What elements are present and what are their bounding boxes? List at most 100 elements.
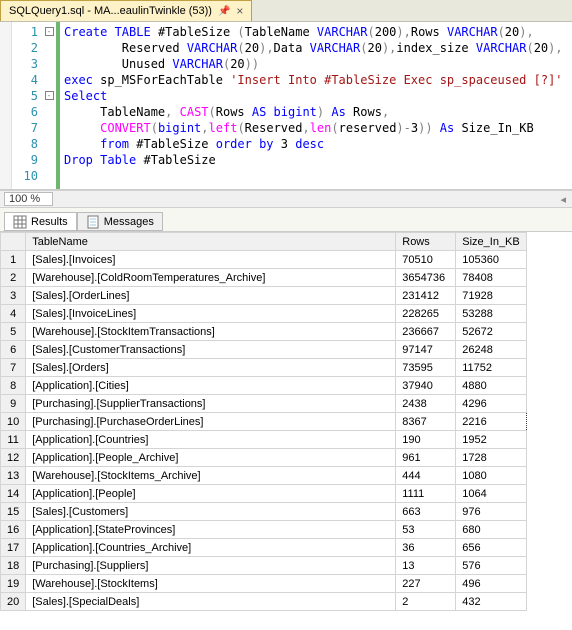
file-tab[interactable]: SQLQuery1.sql - MA...eaulinTwinkle (53))…	[0, 0, 252, 21]
cell-tablename[interactable]: [Sales].[Orders]	[26, 359, 396, 377]
row-header[interactable]: 7	[1, 359, 26, 377]
cell-tablename[interactable]: [Warehouse].[ColdRoomTemperatures_Archiv…	[26, 269, 396, 287]
cell-rows[interactable]: 190	[396, 431, 456, 449]
cell-rows[interactable]: 37940	[396, 377, 456, 395]
cell-rows[interactable]: 236667	[396, 323, 456, 341]
table-row[interactable]: 5[Warehouse].[StockItemTransactions]2366…	[1, 323, 527, 341]
cell-tablename[interactable]: [Warehouse].[StockItemTransactions]	[26, 323, 396, 341]
cell-size[interactable]: 576	[456, 557, 526, 575]
cell-rows[interactable]: 227	[396, 575, 456, 593]
cell-rows[interactable]: 53	[396, 521, 456, 539]
table-row[interactable]: 11[Application].[Countries]1901952	[1, 431, 527, 449]
cell-tablename[interactable]: [Sales].[SpecialDeals]	[26, 593, 396, 611]
chevron-left-icon[interactable]: ◂	[560, 193, 566, 206]
cell-rows[interactable]: 13	[396, 557, 456, 575]
cell-size[interactable]: 71928	[456, 287, 526, 305]
cell-tablename[interactable]: [Application].[Cities]	[26, 377, 396, 395]
cell-rows[interactable]: 961	[396, 449, 456, 467]
table-row[interactable]: 7[Sales].[Orders]7359511752	[1, 359, 527, 377]
pin-icon[interactable]: 📌	[218, 6, 230, 17]
row-header[interactable]: 2	[1, 269, 26, 287]
table-row[interactable]: 12[Application].[People_Archive]9611728	[1, 449, 527, 467]
cell-rows[interactable]: 2	[396, 593, 456, 611]
row-header[interactable]: 16	[1, 521, 26, 539]
cell-tablename[interactable]: [Sales].[InvoiceLines]	[26, 305, 396, 323]
zoom-dropdown[interactable]: 100 %	[4, 192, 53, 206]
table-row[interactable]: 13[Warehouse].[StockItems_Archive]444108…	[1, 467, 527, 485]
cell-rows[interactable]: 2438	[396, 395, 456, 413]
table-row[interactable]: 9[Purchasing].[SupplierTransactions]2438…	[1, 395, 527, 413]
cell-size[interactable]: 52672	[456, 323, 526, 341]
row-header[interactable]: 12	[1, 449, 26, 467]
cell-tablename[interactable]: [Sales].[OrderLines]	[26, 287, 396, 305]
cell-tablename[interactable]: [Application].[StateProvinces]	[26, 521, 396, 539]
row-header[interactable]: 15	[1, 503, 26, 521]
column-header-size[interactable]: Size_In_KB	[456, 233, 526, 251]
cell-tablename[interactable]: [Application].[Countries]	[26, 431, 396, 449]
row-header[interactable]: 17	[1, 539, 26, 557]
table-row[interactable]: 16[Application].[StateProvinces]53680	[1, 521, 527, 539]
cell-size[interactable]: 2216	[456, 413, 526, 431]
row-header[interactable]: 4	[1, 305, 26, 323]
row-header[interactable]: 13	[1, 467, 26, 485]
row-header[interactable]: 11	[1, 431, 26, 449]
cell-rows[interactable]: 97147	[396, 341, 456, 359]
cell-rows[interactable]: 8367	[396, 413, 456, 431]
cell-rows[interactable]: 1111	[396, 485, 456, 503]
cell-size[interactable]: 1728	[456, 449, 526, 467]
table-row[interactable]: 19[Warehouse].[StockItems]227496	[1, 575, 527, 593]
cell-tablename[interactable]: [Warehouse].[StockItems]	[26, 575, 396, 593]
cell-tablename[interactable]: [Sales].[Customers]	[26, 503, 396, 521]
cell-size[interactable]: 53288	[456, 305, 526, 323]
cell-rows[interactable]: 231412	[396, 287, 456, 305]
tab-results[interactable]: Results	[4, 212, 77, 231]
cell-size[interactable]: 4296	[456, 395, 526, 413]
row-header[interactable]: 1	[1, 251, 26, 269]
cell-rows[interactable]: 444	[396, 467, 456, 485]
cell-rows[interactable]: 36	[396, 539, 456, 557]
table-row[interactable]: 6[Sales].[CustomerTransactions]971472624…	[1, 341, 527, 359]
table-row[interactable]: 14[Application].[People]11111064	[1, 485, 527, 503]
cell-rows[interactable]: 663	[396, 503, 456, 521]
cell-size[interactable]: 4880	[456, 377, 526, 395]
cell-size[interactable]: 1952	[456, 431, 526, 449]
cell-size[interactable]: 496	[456, 575, 526, 593]
cell-size[interactable]: 976	[456, 503, 526, 521]
results-grid[interactable]: TableName Rows Size_In_KB 1[Sales].[Invo…	[0, 232, 572, 611]
column-header-tablename[interactable]: TableName	[26, 233, 396, 251]
cell-rows[interactable]: 3654736	[396, 269, 456, 287]
cell-size[interactable]: 1080	[456, 467, 526, 485]
cell-rows[interactable]: 228265	[396, 305, 456, 323]
collapse-icon[interactable]: -	[45, 91, 54, 100]
cell-size[interactable]: 11752	[456, 359, 526, 377]
table-row[interactable]: 2[Warehouse].[ColdRoomTemperatures_Archi…	[1, 269, 527, 287]
row-header[interactable]: 14	[1, 485, 26, 503]
corner-cell[interactable]	[1, 233, 26, 251]
table-row[interactable]: 1[Sales].[Invoices]70510105360	[1, 251, 527, 269]
table-row[interactable]: 15[Sales].[Customers]663976	[1, 503, 527, 521]
table-row[interactable]: 17[Application].[Countries_Archive]36656	[1, 539, 527, 557]
row-header[interactable]: 20	[1, 593, 26, 611]
cell-tablename[interactable]: [Purchasing].[SupplierTransactions]	[26, 395, 396, 413]
table-row[interactable]: 3[Sales].[OrderLines]23141271928	[1, 287, 527, 305]
cell-size[interactable]: 78408	[456, 269, 526, 287]
cell-tablename[interactable]: [Purchasing].[PurchaseOrderLines]	[26, 413, 396, 431]
cell-size[interactable]: 105360	[456, 251, 526, 269]
close-icon[interactable]: ×	[236, 4, 243, 18]
cell-size[interactable]: 680	[456, 521, 526, 539]
cell-tablename[interactable]: [Sales].[CustomerTransactions]	[26, 341, 396, 359]
row-header[interactable]: 18	[1, 557, 26, 575]
table-row[interactable]: 8[Application].[Cities]379404880	[1, 377, 527, 395]
cell-tablename[interactable]: [Sales].[Invoices]	[26, 251, 396, 269]
row-header[interactable]: 10	[1, 413, 26, 431]
cell-size[interactable]: 26248	[456, 341, 526, 359]
row-header[interactable]: 8	[1, 377, 26, 395]
row-header[interactable]: 3	[1, 287, 26, 305]
table-row[interactable]: 20[Sales].[SpecialDeals]2432	[1, 593, 527, 611]
cell-tablename[interactable]: [Warehouse].[StockItems_Archive]	[26, 467, 396, 485]
cell-tablename[interactable]: [Application].[People]	[26, 485, 396, 503]
collapse-icon[interactable]: -	[45, 27, 54, 36]
cell-rows[interactable]: 70510	[396, 251, 456, 269]
cell-size[interactable]: 656	[456, 539, 526, 557]
cell-size[interactable]: 1064	[456, 485, 526, 503]
